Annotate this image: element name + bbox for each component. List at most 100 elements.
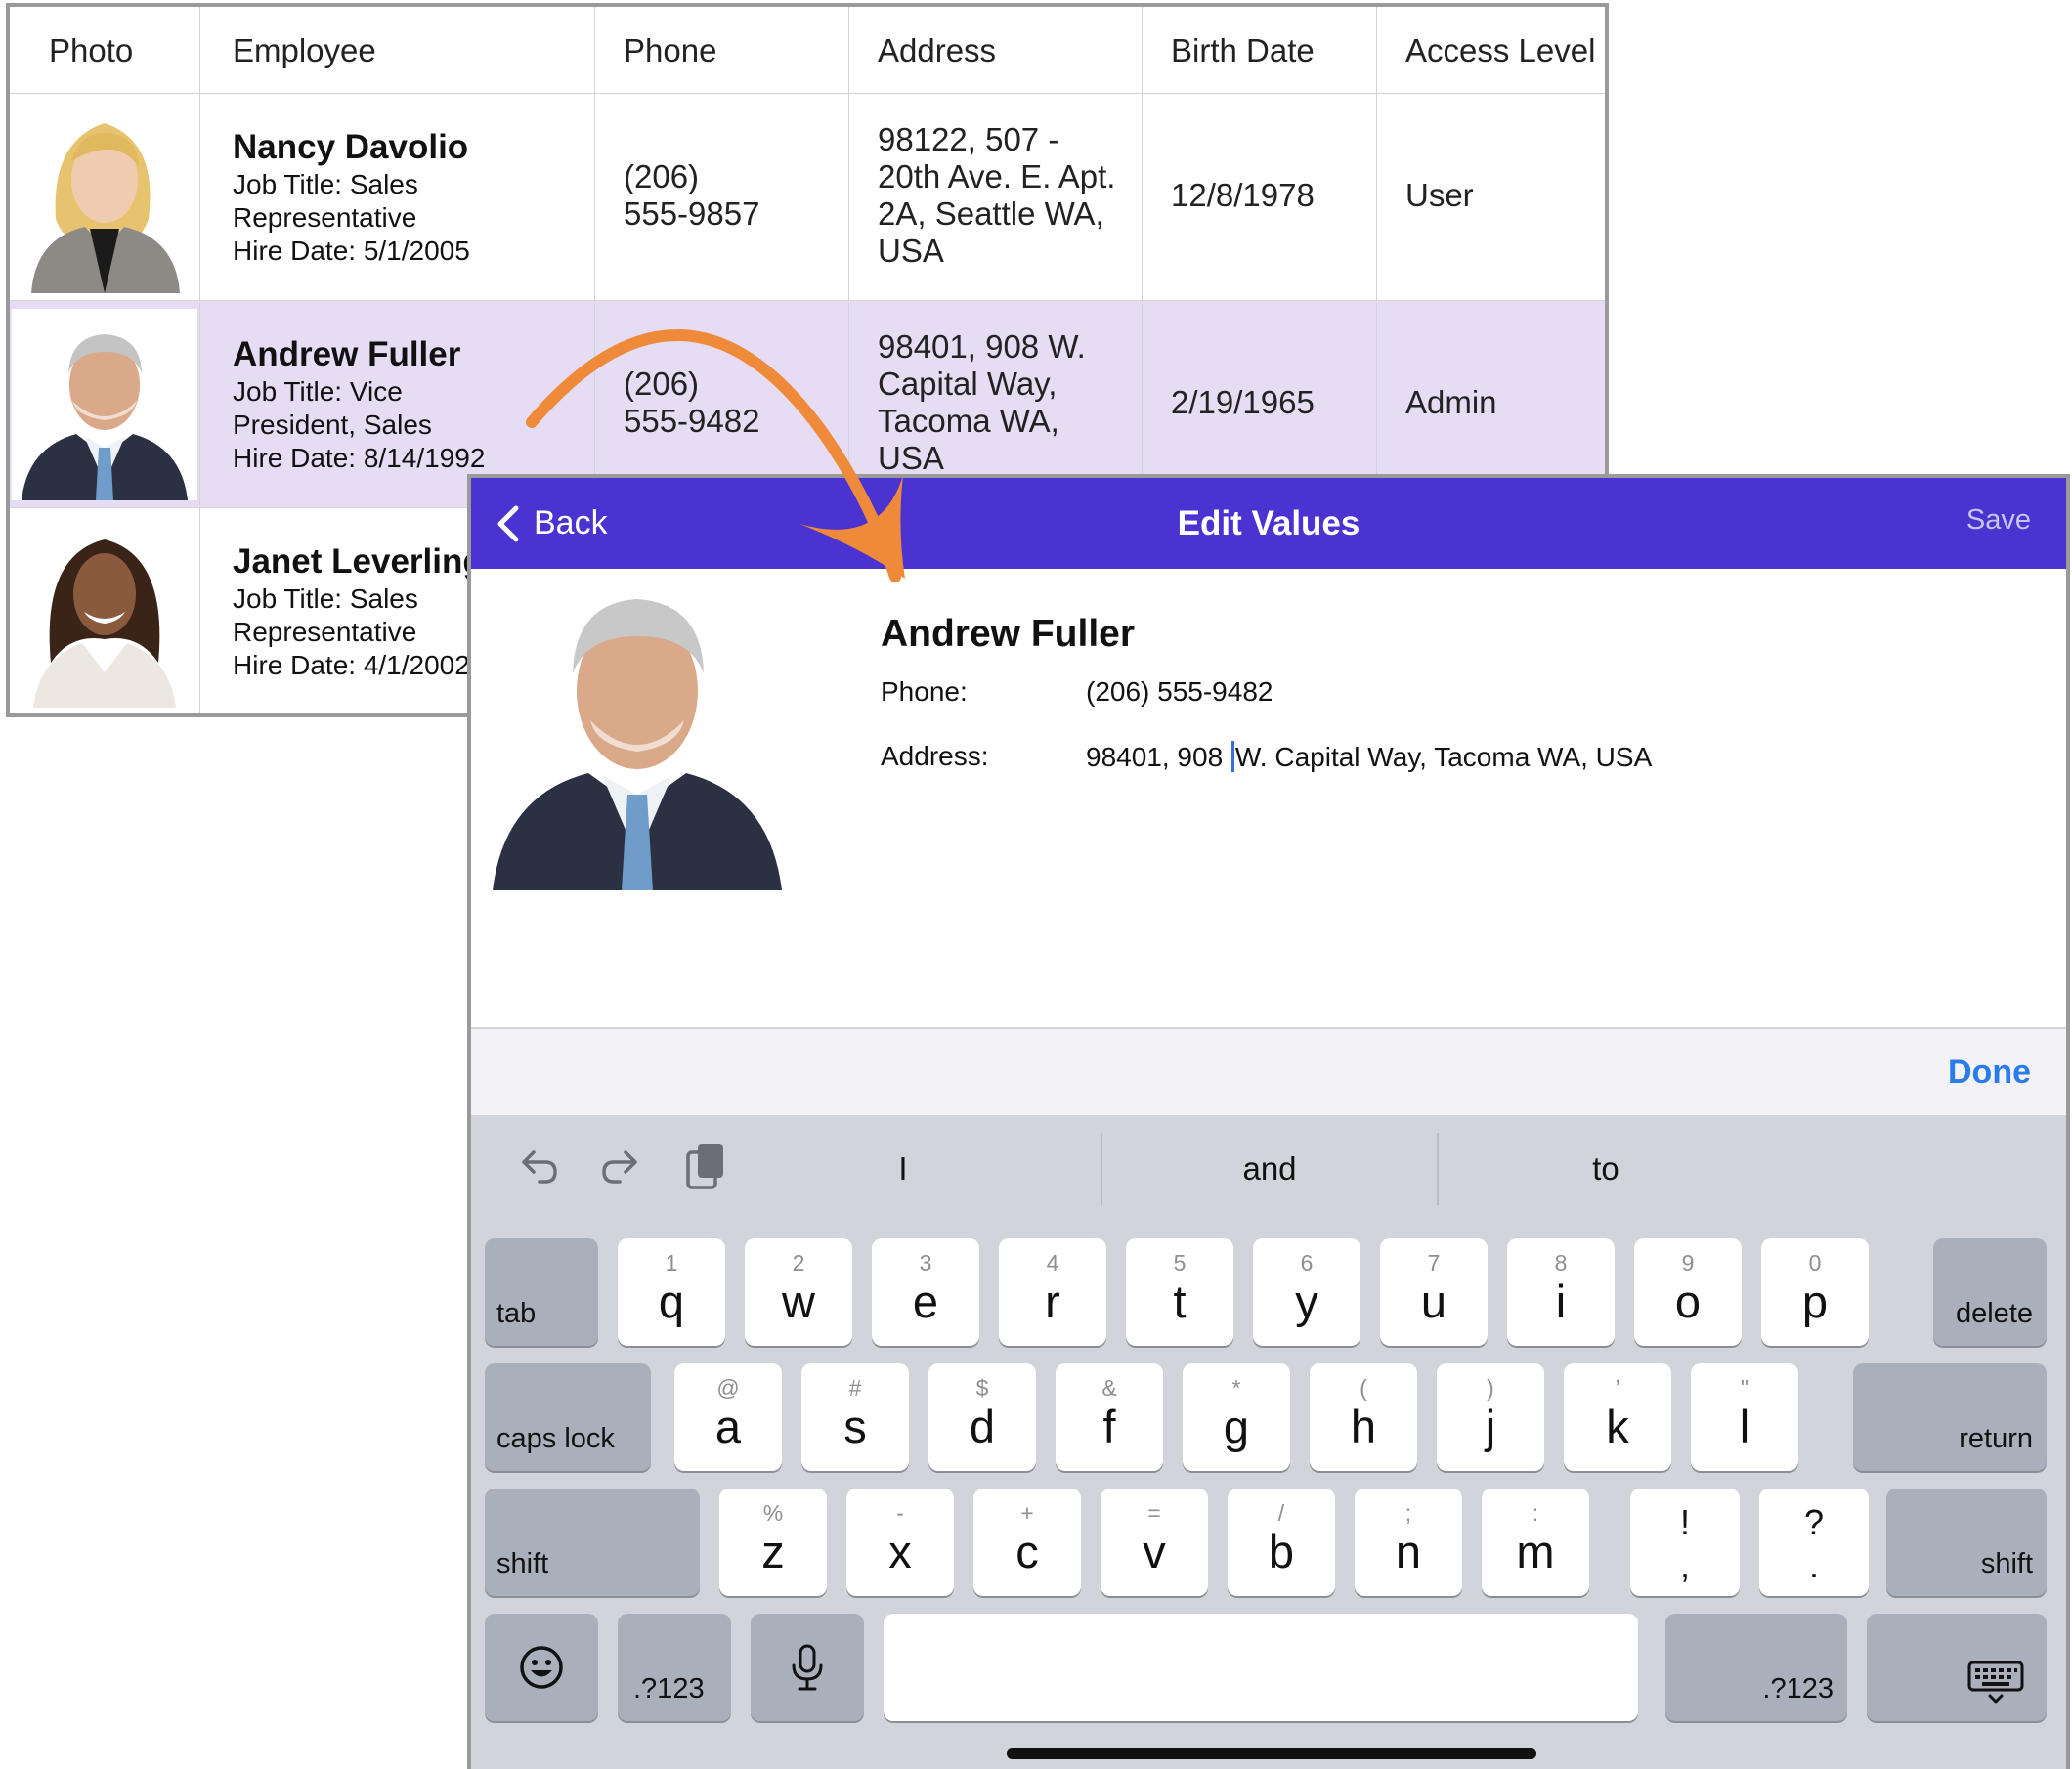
key-o[interactable]: 9o [1634, 1238, 1742, 1346]
table-row[interactable]: Nancy Davolio Job Title: Sales Represent… [10, 94, 1605, 301]
column-header-phone[interactable]: Phone [624, 7, 716, 94]
key-z[interactable]: % z [719, 1489, 827, 1596]
employee-job-title: Job Title: Sales [233, 169, 418, 199]
phone-cell: (206) 555-9857 [624, 158, 759, 233]
undo-icon[interactable] [510, 1139, 565, 1193]
key-j[interactable]: ) j [1437, 1363, 1544, 1471]
key-char: d [969, 1401, 996, 1452]
key-b[interactable]: / b [1228, 1489, 1335, 1596]
key-alt-char: / [1277, 1500, 1285, 1526]
key-u[interactable]: 7u [1380, 1238, 1488, 1346]
key-y[interactable]: 6y [1253, 1238, 1360, 1346]
key-char: s [843, 1401, 867, 1452]
key-i[interactable]: 8i [1507, 1238, 1615, 1346]
column-header-access-level[interactable]: Access Level [1405, 7, 1595, 94]
address-line: 20th Ave. E. Apt. [878, 158, 1116, 194]
key-f[interactable]: & f [1056, 1363, 1163, 1471]
key-n[interactable]: ; n [1355, 1489, 1462, 1596]
address-text-before-caret: 98401, 908 [1086, 742, 1230, 772]
done-button[interactable]: Done [1948, 1029, 2031, 1115]
column-header-photo[interactable]: Photo [49, 7, 133, 94]
key-s[interactable]: # s [801, 1363, 909, 1471]
phone-line: (206) [624, 158, 700, 194]
key-e[interactable]: 3e [872, 1238, 979, 1346]
key-c[interactable]: + c [973, 1489, 1081, 1596]
suggestion-1[interactable]: I [735, 1115, 1071, 1223]
space-bar[interactable] [884, 1614, 1638, 1721]
dismiss-keyboard-key[interactable] [1867, 1614, 2047, 1721]
dictation-key[interactable] [751, 1614, 864, 1721]
key-d[interactable]: $ d [928, 1363, 1036, 1471]
key-v[interactable]: = v [1101, 1489, 1208, 1596]
key-alt-char: 3 [919, 1250, 932, 1275]
key-alt-char: 2 [792, 1250, 805, 1275]
exclamation-comma-key[interactable]: ! , [1630, 1489, 1740, 1596]
key-char: f [1102, 1401, 1116, 1452]
key-a[interactable]: @ a [674, 1363, 782, 1471]
key-alt-char: 6 [1300, 1250, 1314, 1275]
key-char: u [1420, 1275, 1447, 1327]
key-t[interactable]: 5t [1126, 1238, 1233, 1346]
key-char: m [1516, 1526, 1555, 1577]
numbers-key-right[interactable]: .?123 [1665, 1614, 1847, 1721]
key-char: q [658, 1275, 685, 1327]
emoji-key[interactable] [485, 1614, 598, 1721]
employee-photo [12, 516, 197, 708]
key-alt-char: : [1532, 1500, 1539, 1526]
delete-key[interactable]: delete [1933, 1238, 2047, 1346]
key-top-char: ! [1679, 1502, 1690, 1542]
key-q[interactable]: 1q [618, 1238, 725, 1346]
key-p[interactable]: 0p [1761, 1238, 1869, 1346]
delete-key-label: delete [1955, 1298, 2033, 1329]
key-x[interactable]: -x [846, 1489, 954, 1596]
key-char: y [1295, 1275, 1318, 1327]
caps-lock-key[interactable]: caps lock [485, 1363, 651, 1471]
key-char: j [1485, 1401, 1496, 1452]
employee-photo [12, 309, 197, 500]
key-alt-char: ) [1487, 1375, 1494, 1401]
key-char: r [1045, 1275, 1060, 1327]
grid-header: Photo Employee Phone Address Birth Date … [10, 7, 1605, 94]
clipboard-icon[interactable] [678, 1139, 733, 1193]
shift-key-left[interactable]: shift [485, 1489, 700, 1596]
phone-line: (206) [624, 366, 700, 402]
phone-field[interactable]: (206) 555-9482 [1086, 676, 1273, 708]
employee-job-title: Job Title: Sales [233, 583, 418, 614]
key-h[interactable]: (h [1310, 1363, 1417, 1471]
return-key[interactable]: return [1853, 1363, 2047, 1471]
suggestion-2[interactable]: and [1102, 1115, 1437, 1223]
employee-name-heading: Andrew Fuller [881, 613, 1136, 655]
column-header-employee[interactable]: Employee [233, 7, 376, 94]
employee-info: Janet Leverling Job Title: Sales Represe… [233, 541, 484, 682]
address-cell: 98401, 908 W. Capital Way, Tacoma WA, US… [878, 328, 1086, 477]
redo-icon[interactable] [594, 1139, 649, 1193]
save-button[interactable]: Save [1966, 478, 2031, 562]
column-header-birth-date[interactable]: Birth Date [1171, 7, 1315, 94]
key-bottom-char: , [1679, 1545, 1690, 1585]
key-k[interactable]: ’ k [1564, 1363, 1671, 1471]
key-alt-char: % [762, 1500, 784, 1526]
suggestion-3[interactable]: to [1439, 1115, 1773, 1223]
key-w[interactable]: 2w [745, 1238, 852, 1346]
column-header-address[interactable]: Address [878, 7, 996, 94]
navigation-bar: Back Edit Values Save [471, 478, 2066, 569]
key-g[interactable]: * g [1183, 1363, 1290, 1471]
key-alt-char: + [1020, 1500, 1034, 1526]
access-level-cell: User [1405, 177, 1474, 213]
phone-label: Phone: [881, 676, 968, 707]
address-line: USA [878, 233, 944, 269]
key-alt-char: " [1740, 1375, 1749, 1401]
question-period-key[interactable]: ? . [1759, 1489, 1869, 1596]
address-field[interactable]: 98401, 908 W. Capital Way, Tacoma WA, US… [1086, 741, 1652, 773]
key-l[interactable]: " l [1691, 1363, 1798, 1471]
shift-key-right[interactable]: shift [1886, 1489, 2047, 1596]
column-divider [199, 7, 200, 713]
address-line: USA [878, 440, 944, 476]
key-m[interactable]: :m [1482, 1489, 1589, 1596]
tab-key[interactable]: tab [485, 1238, 598, 1346]
key-r[interactable]: 4r [999, 1238, 1106, 1346]
key-alt-char: 0 [1808, 1250, 1822, 1275]
address-line: 2A, Seattle WA, [878, 195, 1104, 232]
numbers-key-left[interactable]: .?123 [618, 1614, 731, 1721]
address-line: Tacoma WA, [878, 403, 1059, 439]
